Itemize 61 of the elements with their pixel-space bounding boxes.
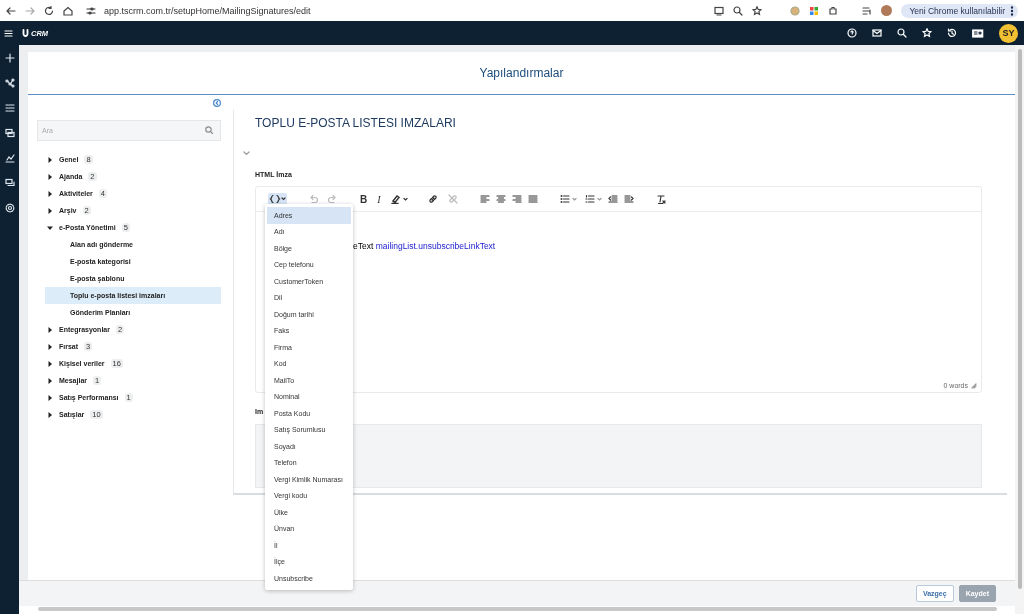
indent-button[interactable] (622, 193, 635, 205)
bullet-list-button[interactable] (558, 193, 578, 205)
caret-right-icon[interactable] (47, 343, 53, 350)
collapse-icon[interactable] (213, 99, 221, 107)
list-icon[interactable] (4, 103, 15, 113)
search-icon[interactable] (897, 28, 907, 38)
reload-icon[interactable] (44, 5, 54, 16)
back-icon[interactable] (6, 5, 16, 16)
chart-icon[interactable] (4, 153, 15, 163)
logo-icon (22, 29, 29, 37)
chevron-down-icon[interactable] (243, 150, 250, 156)
caret-right-icon[interactable] (47, 377, 53, 384)
user-avatar[interactable]: SY (999, 23, 1018, 43)
caret-down-icon[interactable] (47, 224, 53, 231)
align-right-button[interactable] (510, 193, 523, 205)
align-center-button[interactable] (494, 193, 507, 205)
caret-right-icon[interactable] (47, 360, 53, 367)
id-card-icon[interactable] (972, 27, 984, 39)
section-title: TOPLU E-POSTA LISTESI IMZALARI (255, 115, 457, 132)
history-icon[interactable] (947, 28, 957, 38)
menu-icon[interactable] (4, 28, 13, 38)
network-icon[interactable] (4, 78, 15, 88)
justify-button[interactable] (526, 193, 539, 205)
zoom-icon[interactable] (733, 5, 744, 16)
site-settings-icon[interactable] (86, 5, 96, 16)
align-left-button[interactable] (478, 193, 491, 205)
scrollbar[interactable] (38, 607, 997, 611)
caret-right-icon[interactable] (47, 156, 53, 163)
install-icon[interactable] (714, 5, 725, 16)
chat-icon[interactable] (4, 178, 15, 188)
editor-text: eText (353, 241, 374, 251)
caret-right-icon[interactable] (47, 190, 53, 197)
caret-right-icon[interactable] (47, 326, 53, 333)
bookmark-star-icon[interactable] (752, 5, 763, 16)
caret-right-icon[interactable] (47, 173, 53, 180)
braces-button[interactable] (268, 193, 287, 205)
caret-right-icon[interactable] (47, 207, 53, 214)
bold-button[interactable]: B (359, 192, 369, 206)
home-icon[interactable] (63, 5, 73, 16)
caret-right-icon[interactable] (47, 411, 53, 418)
italic-button[interactable]: I (376, 192, 382, 206)
mail-icon[interactable] (872, 28, 882, 38)
url-text[interactable]: app.tscrm.com.tr/setupHome/MailingSignatures/edit (104, 5, 311, 16)
plus-icon[interactable] (4, 53, 15, 63)
more-icon[interactable] (1010, 5, 1014, 16)
caret-right-icon[interactable] (47, 394, 53, 401)
settings-icon[interactable] (4, 203, 15, 213)
scrollbar[interactable] (1017, 49, 1022, 589)
link-button[interactable] (426, 193, 439, 205)
cards-icon[interactable] (4, 128, 15, 138)
highlighter-button[interactable] (389, 193, 409, 205)
profile-avatar[interactable] (881, 5, 893, 16)
star-icon[interactable] (922, 28, 932, 38)
page-title: Yapılandırmalar (479, 66, 564, 80)
help-icon[interactable] (847, 28, 857, 38)
update-chrome-button[interactable]: Yeni Chrome kullanılabilir (901, 3, 1018, 18)
outdent-button[interactable] (606, 193, 619, 205)
link[interactable]: mailingList.unsubscribeLinkText (375, 241, 496, 251)
resize-handle-icon[interactable] (971, 382, 977, 389)
media-icon[interactable] (862, 5, 873, 16)
apps-icon[interactable] (809, 5, 820, 16)
